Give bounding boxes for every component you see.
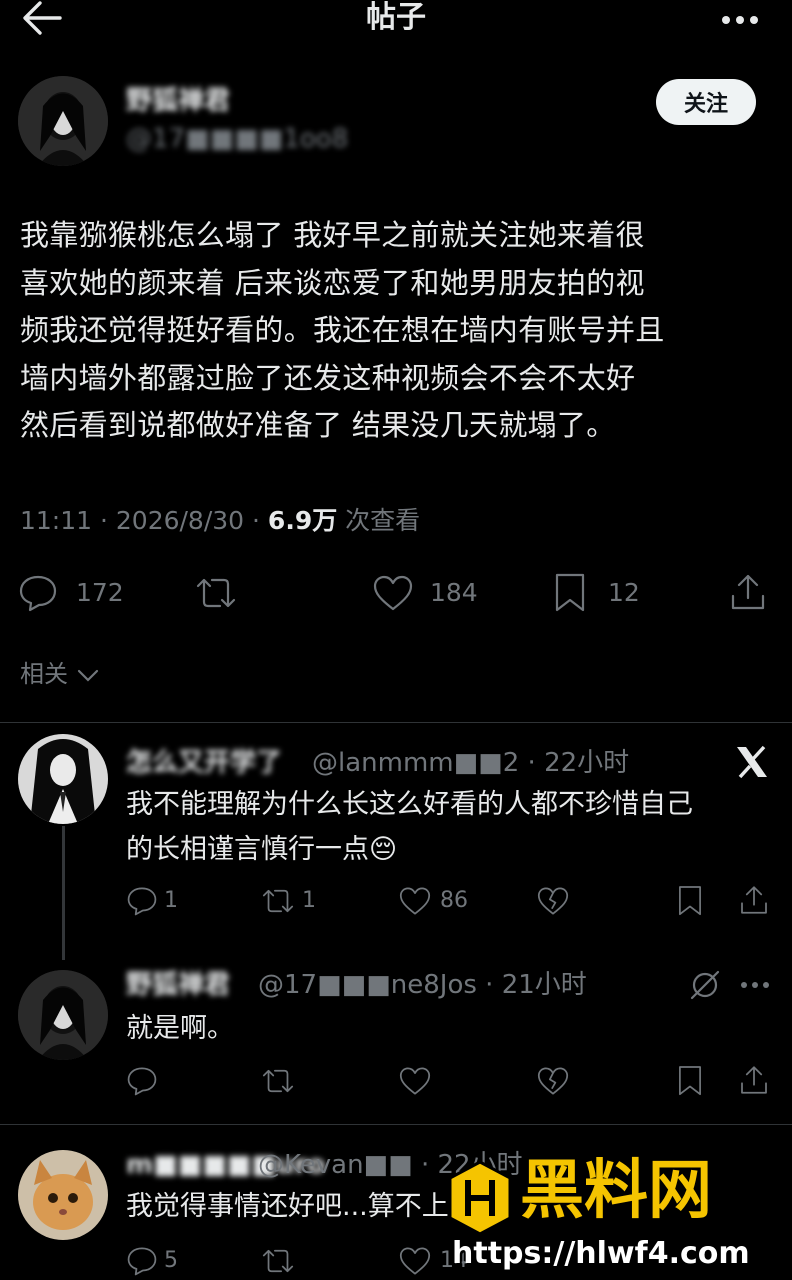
reply-icon[interactable] [126, 1066, 158, 1096]
bookmark-icon[interactable] [552, 572, 588, 614]
post-text-line: 频我还觉得挺好看的。我还在想在墙内有账号并且 [20, 313, 665, 347]
share-icon[interactable] [738, 884, 770, 916]
reply-icon[interactable] [18, 574, 58, 612]
post-text: 我靠猕猴桃怎么塌了 我好早之前就关注她来着很 喜欢她的颜来着 后来谈恋爱了和她男… [20, 212, 780, 450]
view-label: 次查看 [337, 506, 421, 535]
reply-text-line: 就是啊。 [126, 1013, 234, 1044]
share-icon[interactable] [728, 572, 768, 612]
related-dropdown[interactable]: 相关 [20, 656, 100, 692]
author-avatar[interactable] [18, 76, 108, 166]
post-meta: 11:11 · 2026/8/30 · 6.9万 次查看 [20, 503, 420, 539]
divider [0, 722, 792, 723]
watermark: 黑料网 https://hlwf4.com [446, 1150, 776, 1280]
reply-text-line: 我不能理解为什么长这么好看的人都不珍惜自己 [126, 789, 693, 820]
x-logo-icon [734, 744, 770, 780]
more-options-icon[interactable] [720, 4, 760, 32]
reply-avatar[interactable] [18, 1150, 108, 1240]
reply-count: 5 [164, 1248, 178, 1273]
reply-text: 就是啊。 [126, 1006, 776, 1051]
like-icon[interactable] [398, 1246, 432, 1276]
bookmark-icon[interactable] [676, 1064, 704, 1098]
reply-avatar[interactable] [18, 734, 108, 824]
follow-button[interactable]: 关注 [656, 79, 756, 125]
reply-count: 172 [76, 578, 124, 607]
reply-author-name[interactable]: 野狐禅君 [126, 968, 230, 1002]
like-icon[interactable] [398, 1066, 432, 1096]
reply-author-handle: @lanmmm■■2 · 22小时 [312, 748, 630, 778]
share-icon[interactable] [738, 1064, 770, 1096]
bookmark-count: 12 [608, 578, 640, 607]
bookmark-icon[interactable] [676, 884, 704, 918]
reply-icon[interactable] [126, 886, 158, 916]
repost-icon[interactable] [260, 1066, 296, 1096]
more-options-icon[interactable] [740, 980, 770, 990]
author-name[interactable]: 野狐禅君 [126, 84, 230, 118]
reply-avatar[interactable] [18, 970, 108, 1060]
related-label: 相关 [20, 660, 68, 688]
post-text-line: 我靠猕猴桃怎么塌了 我好早之前就关注她来着很 [20, 218, 645, 252]
post-text-line: 墙内墙外都露过脸了还发这种视频会不会不太好 [20, 360, 636, 395]
like-count: 86 [440, 888, 468, 913]
like-icon[interactable] [398, 886, 432, 916]
hide-reply-icon[interactable] [688, 968, 722, 1002]
like-count: 184 [430, 578, 478, 607]
chevron-down-icon [76, 666, 100, 684]
watermark-logo [446, 1160, 514, 1236]
post-text-line: 喜欢她的颜来着 后来谈恋爱了和她男朋友拍的视 [20, 265, 645, 300]
repost-icon[interactable] [260, 886, 296, 916]
broken-heart-icon[interactable] [536, 1066, 570, 1096]
reply-count: 1 [164, 888, 178, 913]
repost-icon[interactable] [194, 574, 238, 612]
thread-line [62, 826, 65, 960]
broken-heart-icon[interactable] [536, 886, 570, 916]
post-timestamp: 11:11 · 2026/8/30 · [20, 506, 268, 535]
divider [0, 1124, 792, 1125]
repost-count: 1 [302, 888, 316, 913]
reply-author-name[interactable]: 怎么又开学了 [126, 746, 282, 780]
reply-author-handle: @17■■■ne8Jos · 21小时 [258, 970, 587, 1000]
watermark-title: 黑料网 [520, 1154, 712, 1228]
post-text-line: 然后看到说都做好准备了 结果没几天就塌了。 [20, 408, 616, 442]
reply-text-line: 的长相谨言慎行一点😔 [126, 834, 398, 865]
repost-icon[interactable] [260, 1246, 296, 1276]
author-handle: @17■■■■1oo8 [126, 124, 349, 154]
page-title: 帖子 [366, 0, 426, 35]
reply-icon[interactable] [126, 1246, 158, 1276]
view-count: 6.9万 [267, 506, 338, 535]
like-icon[interactable] [372, 574, 414, 612]
watermark-url: https://hlwf4.com [452, 1236, 750, 1271]
reply-text: 我不能理解为什么长这么好看的人都不珍惜自己 的长相谨言慎行一点😔 [126, 782, 776, 872]
